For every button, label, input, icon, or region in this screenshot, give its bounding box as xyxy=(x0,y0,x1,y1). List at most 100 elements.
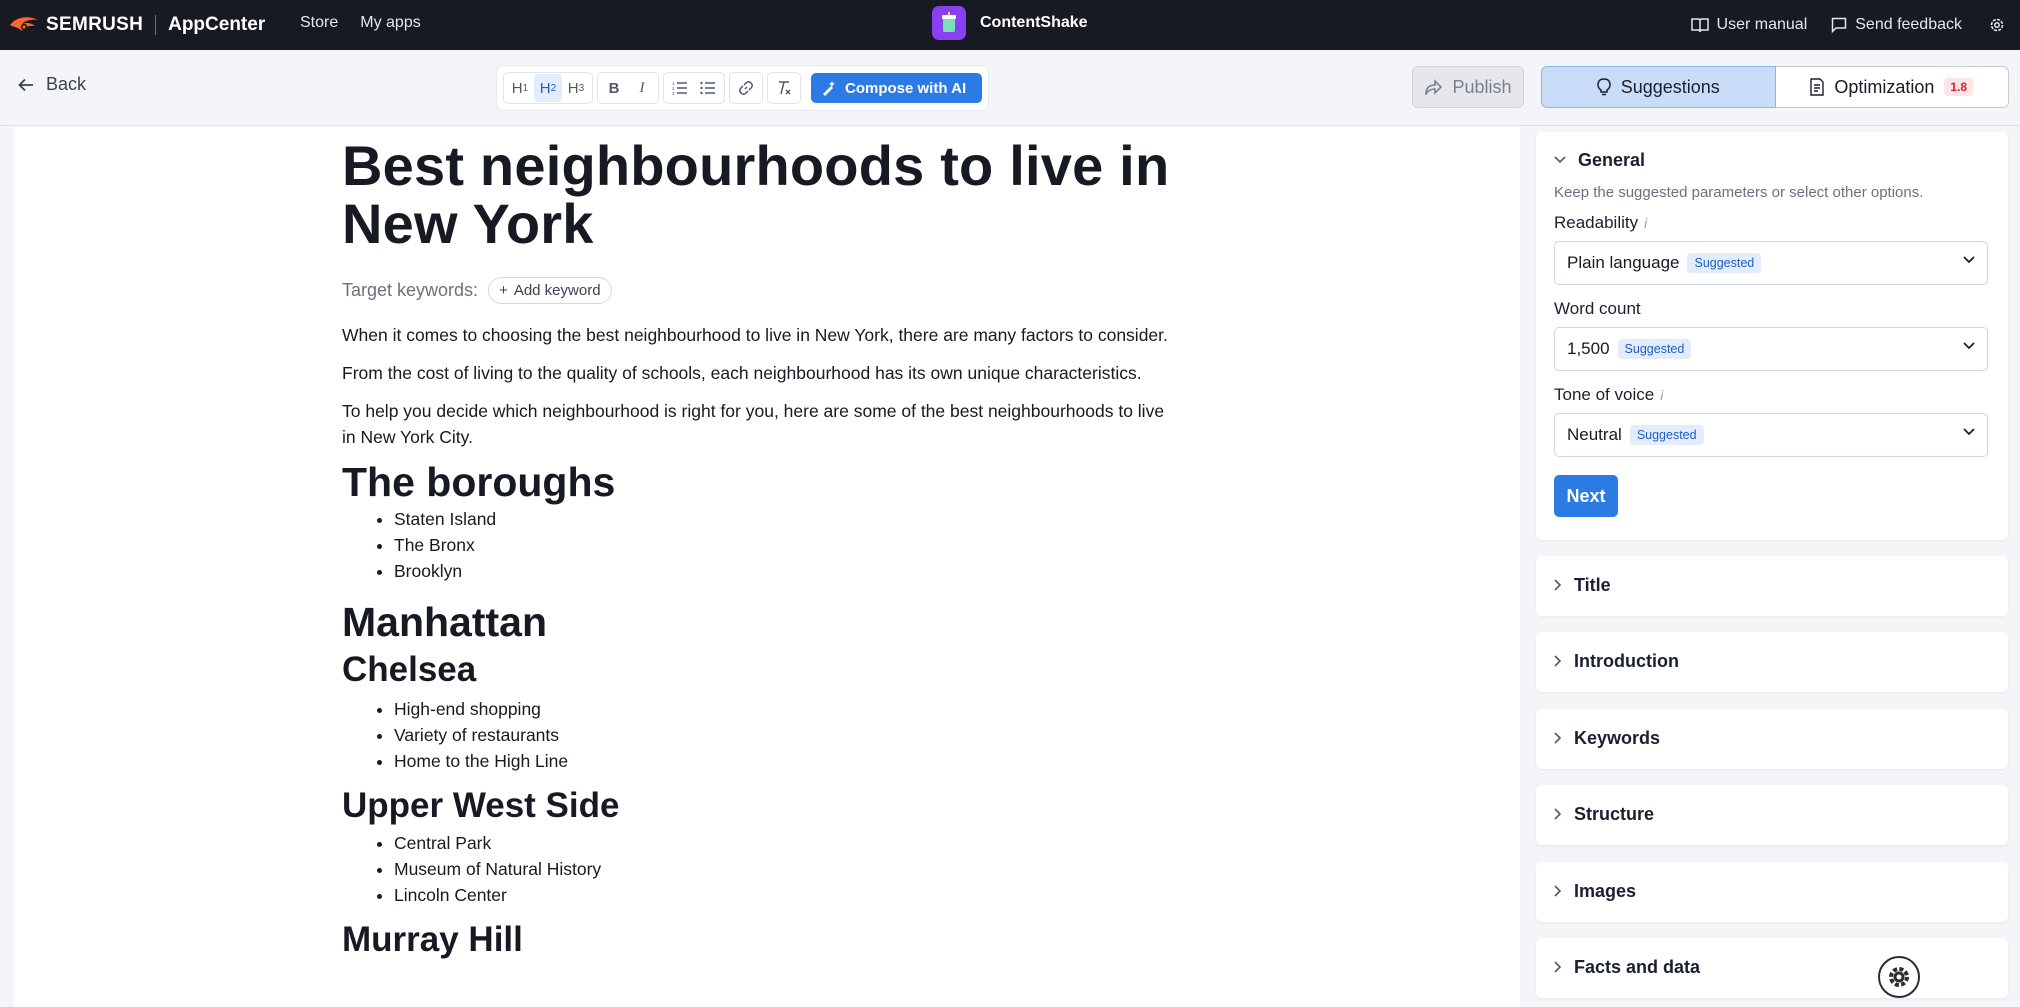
nav-my-apps[interactable]: My apps xyxy=(360,14,420,32)
section-introduction-card[interactable]: Introduction xyxy=(1536,632,2008,692)
section-facts-card[interactable]: Facts and data xyxy=(1536,938,2008,998)
info-icon[interactable]: i xyxy=(1660,387,1663,403)
bold-button[interactable]: B xyxy=(600,74,628,102)
back-button[interactable]: Back xyxy=(18,74,86,95)
list-item[interactable]: High-end shopping xyxy=(394,696,1182,722)
tab-optimization[interactable]: Optimization 1.8 xyxy=(1775,66,2009,108)
word-count-label: Word count xyxy=(1554,299,1641,318)
h1-button[interactable]: H1 xyxy=(506,74,534,102)
send-feedback-link[interactable]: Send feedback xyxy=(1831,16,1962,34)
ordered-list-button[interactable]: 123 xyxy=(666,74,694,102)
list-item[interactable]: Brooklyn xyxy=(394,558,1182,584)
brand-divider xyxy=(155,15,157,35)
section-label: Structure xyxy=(1574,803,1655,824)
section-header[interactable]: Structure xyxy=(1536,785,2008,843)
top-bar: SEMRUSH AppCenter Store My apps ContentS… xyxy=(0,0,2020,50)
section-header[interactable]: Keywords xyxy=(1536,709,2008,767)
tab-suggestions-label: Suggestions xyxy=(1620,76,1720,97)
add-keyword-button[interactable]: + Add keyword xyxy=(488,277,612,304)
clear-format-button[interactable] xyxy=(770,74,798,102)
user-manual-link[interactable]: User manual xyxy=(1690,16,1808,34)
chevron-right-icon xyxy=(1554,655,1562,667)
general-description: Keep the suggested parameters or select … xyxy=(1554,184,1924,201)
chevron-right-icon xyxy=(1554,732,1562,744)
document-title[interactable]: Best neighbourhoods to live in New York xyxy=(342,137,1182,253)
boroughs-list: Staten Island The Bronx Brooklyn xyxy=(394,506,1182,584)
readability-label-row: Readability i xyxy=(1554,213,2008,233)
section-header[interactable]: Title xyxy=(1536,556,2008,614)
list-item[interactable]: Central Park xyxy=(394,830,1182,856)
user-manual-label: User manual xyxy=(1716,16,1808,33)
tone-label: Tone of voice xyxy=(1554,385,1655,404)
readability-select[interactable]: Plain language Suggested xyxy=(1554,241,1988,285)
list-item[interactable]: Variety of restaurants xyxy=(394,722,1182,748)
list-item[interactable]: Home to the High Line xyxy=(394,748,1182,774)
paragraph[interactable]: From the cost of living to the quality o… xyxy=(342,360,1182,386)
document[interactable]: Best neighbourhoods to live in New York … xyxy=(342,137,1182,962)
paragraph[interactable]: To help you decide which neighbourhood i… xyxy=(342,398,1182,450)
word-count-select[interactable]: 1,500 Suggested xyxy=(1554,327,1988,371)
section-header[interactable]: Facts and data xyxy=(1536,938,2008,996)
link-button[interactable] xyxy=(732,74,760,102)
heading-murray-hill[interactable]: Murray Hill xyxy=(342,918,1182,962)
floating-settings-gear-icon[interactable] xyxy=(1878,956,1920,998)
general-header[interactable]: General xyxy=(1536,132,2008,188)
italic-button[interactable]: I xyxy=(628,74,656,102)
link-icon xyxy=(739,81,753,95)
paragraph[interactable]: When it comes to choosing the best neigh… xyxy=(342,322,1182,348)
general-title: General xyxy=(1578,149,1646,170)
list-item[interactable]: Staten Island xyxy=(394,506,1182,532)
optimization-score-badge: 1.8 xyxy=(1944,78,1974,96)
ordered-list-icon: 123 xyxy=(672,81,687,95)
heading-group: H1 H2 H3 xyxy=(503,72,593,104)
bullet-list-button[interactable] xyxy=(694,74,722,102)
suggested-badge: Suggested xyxy=(1617,339,1692,359)
general-card: General Keep the suggested parameters or… xyxy=(1536,132,2008,540)
compose-with-ai-button[interactable]: Compose with AI xyxy=(811,73,983,103)
info-icon[interactable]: i xyxy=(1644,215,1647,231)
tab-suggestions[interactable]: Suggestions xyxy=(1541,66,1776,108)
formatting-bar: H1 H2 H3 B I 123 Compose with AI xyxy=(497,66,989,110)
gear-icon xyxy=(1889,967,1909,987)
heading-boroughs[interactable]: The boroughs xyxy=(342,458,1182,506)
section-keywords-card[interactable]: Keywords xyxy=(1536,709,2008,769)
suggested-badge: Suggested xyxy=(1629,425,1704,445)
tab-optimization-label: Optimization xyxy=(1834,76,1935,97)
h3-button[interactable]: H3 xyxy=(562,74,590,102)
target-keywords-row: Target keywords: + Add keyword xyxy=(342,277,1182,304)
shake-cup-icon xyxy=(942,12,956,32)
next-button[interactable]: Next xyxy=(1554,475,1618,517)
app-name: ContentShake xyxy=(980,14,1088,31)
current-app: ContentShake xyxy=(932,6,1088,40)
section-title-card[interactable]: Title xyxy=(1536,556,2008,616)
target-keywords-label: Target keywords: xyxy=(342,280,479,300)
heading-chelsea[interactable]: Chelsea xyxy=(342,648,1182,692)
section-structure-card[interactable]: Structure xyxy=(1536,785,2008,845)
list-item[interactable]: The Bronx xyxy=(394,532,1182,558)
clear-format-icon xyxy=(779,81,791,95)
share-arrow-icon xyxy=(1425,79,1443,95)
settings-gear-icon[interactable] xyxy=(1986,14,2008,36)
section-images-card[interactable]: Images xyxy=(1536,862,2008,922)
semrush-logo[interactable]: SEMRUSH AppCenter xyxy=(8,12,265,38)
contentshake-app-icon xyxy=(932,6,966,40)
chevron-right-icon xyxy=(1554,579,1562,591)
side-panel-tabs: Suggestions Optimization 1.8 xyxy=(1541,66,2009,108)
publish-label: Publish xyxy=(1452,76,1512,97)
section-label: Keywords xyxy=(1574,727,1661,748)
section-header[interactable]: Introduction xyxy=(1536,632,2008,690)
list-item[interactable]: Museum of Natural History xyxy=(394,856,1182,882)
tone-select[interactable]: Neutral Suggested xyxy=(1554,413,1988,457)
section-header[interactable]: Images xyxy=(1536,862,2008,920)
heading-upper-west-side[interactable]: Upper West Side xyxy=(342,784,1182,828)
publish-button[interactable]: Publish xyxy=(1412,66,1524,108)
chevron-right-icon xyxy=(1554,961,1562,973)
heading-manhattan[interactable]: Manhattan xyxy=(342,598,1182,646)
brand-app-name: AppCenter xyxy=(168,14,266,35)
nav-store[interactable]: Store xyxy=(300,14,338,32)
h2-button[interactable]: H2 xyxy=(534,74,562,102)
editor-canvas[interactable]: Best neighbourhoods to live in New York … xyxy=(14,127,1520,1007)
word-count-value: 1,500 xyxy=(1567,339,1610,358)
link-group xyxy=(729,72,763,104)
list-item[interactable]: Lincoln Center xyxy=(394,882,1182,908)
